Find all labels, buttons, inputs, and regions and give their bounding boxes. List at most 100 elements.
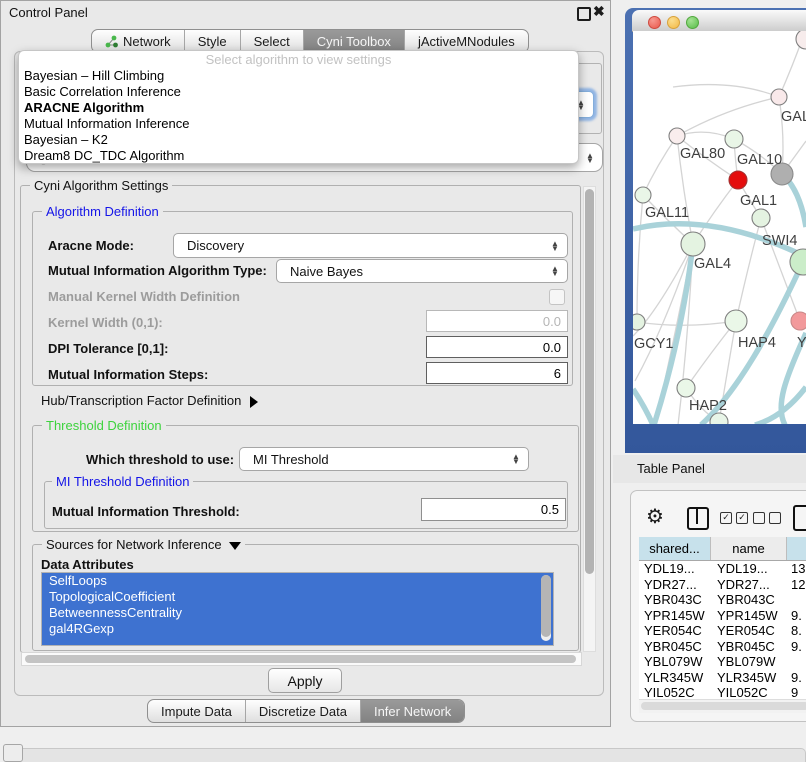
table-header: shared...name	[639, 537, 806, 561]
network-node[interactable]	[633, 314, 645, 330]
network-node[interactable]	[725, 130, 743, 148]
dpi-tolerance-field[interactable]: 0.0	[426, 336, 568, 358]
mi-threshold-field[interactable]: 0.5	[421, 498, 566, 521]
table-row[interactable]: YER054CYER054C8.	[639, 623, 806, 639]
network-edge	[673, 85, 779, 97]
network-node[interactable]	[635, 187, 651, 203]
minimize-traffic-light-icon[interactable]	[667, 16, 680, 29]
tab-discretize-data[interactable]: Discretize Data	[245, 700, 360, 722]
kernel-width-field[interactable]: 0.0	[426, 310, 568, 332]
table-row[interactable]: YDR27...YDR27...12	[639, 577, 806, 593]
algorithm-dropdown-items: Bayesian – Hill ClimbingBasic Correlatio…	[19, 68, 578, 164]
settings-horizontal-scrollbar[interactable]	[21, 652, 582, 666]
network-node[interactable]	[681, 232, 705, 256]
attribute-list-item[interactable]: gal4RGexp	[42, 621, 553, 637]
mi-type-combobox[interactable]: Naive Bayes ▲▼	[276, 259, 568, 283]
column-header[interactable]: name	[711, 537, 787, 560]
algorithm-option[interactable]: Bayesian – K2	[19, 132, 578, 148]
table-cell: YBL079W	[711, 654, 787, 670]
scrollbar-thumb[interactable]	[585, 189, 594, 574]
network-node[interactable]	[771, 89, 787, 105]
tab-infer-network[interactable]: Infer Network	[360, 700, 464, 722]
mi-threshold-definition-title: MI Threshold Definition	[52, 474, 193, 489]
mi-steps-field[interactable]: 6	[426, 362, 568, 384]
manual-kernel-label: Manual Kernel Width Definition	[48, 289, 240, 304]
network-node[interactable]	[729, 171, 747, 189]
network-node[interactable]	[752, 209, 770, 227]
algorithm-option[interactable]: ARACNE Algorithm	[19, 100, 578, 116]
algorithm-dropdown-hint: Select algorithm to view settings	[19, 51, 578, 68]
scrollbar-thumb[interactable]	[641, 702, 806, 710]
tab-impute-data[interactable]: Impute Data	[148, 700, 245, 722]
aracne-mode-value: Discovery	[187, 238, 244, 253]
which-threshold-label: Which threshold to use:	[86, 452, 234, 467]
tab-cyni-toolbox[interactable]: Cyni Toolbox	[303, 30, 404, 52]
network-node[interactable]	[725, 310, 747, 332]
node-label: HAP2	[689, 398, 727, 414]
export-table-icon[interactable]	[793, 505, 806, 531]
algorithm-option[interactable]: Mutual Information Inference	[19, 116, 578, 132]
cyni-algorithm-settings-title: Cyni Algorithm Settings	[30, 178, 172, 193]
network-node[interactable]	[669, 128, 685, 144]
close-traffic-light-icon[interactable]	[648, 16, 661, 29]
tab-jactivemnodules[interactable]: jActiveMNodules	[404, 30, 528, 52]
combo-stepper-icon: ▲▼	[585, 153, 595, 163]
table-cell: 13	[787, 561, 806, 577]
float-window-icon[interactable]	[577, 7, 591, 21]
tab-label: Select	[254, 34, 290, 49]
table-cell: YDR27...	[639, 577, 711, 593]
table-row[interactable]: YBL079WYBL079W	[639, 654, 806, 670]
gear-icon[interactable]: ⚙	[646, 504, 664, 529]
algorithm-option[interactable]: Basic Correlation Inference	[19, 84, 578, 100]
table-row[interactable]: YPR145WYPR145W9.	[639, 608, 806, 624]
algorithm-option[interactable]: Bayesian – Hill Climbing	[19, 68, 578, 84]
close-icon[interactable]: ✖	[593, 3, 605, 20]
column-header[interactable]: shared...	[639, 537, 711, 560]
node-label: GAL10	[737, 152, 782, 168]
apply-button[interactable]: Apply	[268, 668, 342, 693]
zoom-traffic-light-icon[interactable]	[686, 16, 699, 29]
algorithm-option[interactable]: Dream8 DC_TDC Algorithm	[19, 148, 578, 164]
hub-definition-toggle[interactable]: Hub/Transcription Factor Definition	[41, 393, 258, 408]
manual-kernel-checkbox[interactable]	[549, 289, 565, 305]
scrollbar-thumb[interactable]	[25, 655, 576, 663]
tab-style[interactable]: Style	[184, 30, 240, 52]
attribute-list-item[interactable]: TopologicalCoefficient	[42, 589, 553, 605]
aracne-mode-combobox[interactable]: Discovery ▲▼	[173, 233, 568, 258]
attribute-list-item[interactable]: BetweennessCentrality	[42, 605, 553, 621]
table-row[interactable]: YBR045CYBR045C9.	[639, 639, 806, 655]
attribute-list-item[interactable]: SelfLoops	[42, 573, 553, 589]
tab-select[interactable]: Select	[240, 30, 303, 52]
sources-title[interactable]: Sources for Network Inference	[42, 537, 245, 552]
scrollbar-thumb[interactable]	[541, 575, 551, 637]
split-columns-icon[interactable]	[687, 507, 709, 530]
network-window-titlebar[interactable]	[632, 10, 806, 32]
network-icon	[105, 35, 118, 48]
network-node[interactable]	[796, 31, 806, 49]
expand-down-icon	[229, 542, 241, 550]
apply-button-label: Apply	[287, 673, 322, 689]
column-header[interactable]	[787, 537, 806, 560]
algorithm-dropdown-popup: Select algorithm to view settings Bayesi…	[18, 50, 579, 164]
node-label: HAP4	[738, 335, 776, 351]
select-all-checkboxes-icon[interactable]: ✓ ✓	[720, 512, 748, 524]
data-attributes-list[interactable]: SelfLoopsTopologicalCoefficientBetweenne…	[41, 572, 554, 646]
settings-vertical-scrollbar[interactable]	[583, 186, 596, 652]
unchecked-box-icon	[753, 512, 765, 524]
table-horizontal-scrollbar[interactable]	[639, 699, 806, 713]
deselect-all-checkboxes-icon[interactable]	[753, 512, 781, 524]
network-node[interactable]	[791, 312, 806, 330]
table-row[interactable]: YDL19...YDL19...13	[639, 561, 806, 577]
tab-label: Discretize Data	[259, 704, 347, 719]
table-cell: 9.	[787, 608, 806, 624]
tab-network[interactable]: Network	[92, 30, 184, 52]
minimized-panel-icon[interactable]	[3, 744, 23, 762]
which-threshold-combobox[interactable]: MI Threshold ▲▼	[239, 447, 529, 471]
table-row[interactable]: YLR345WYLR345W9.	[639, 670, 806, 686]
list-scrollbar[interactable]	[541, 575, 551, 641]
attribute-list-item[interactable]	[42, 637, 553, 646]
kernel-width-label: Kernel Width (0,1):	[48, 315, 163, 330]
table-row[interactable]: YBR043CYBR043C	[639, 592, 806, 608]
network-canvas[interactable]: GALGAL80GAL10GAL11GAL1SWI4GAL4GCY1HAP4YH…	[633, 31, 806, 424]
network-node[interactable]	[677, 379, 695, 397]
